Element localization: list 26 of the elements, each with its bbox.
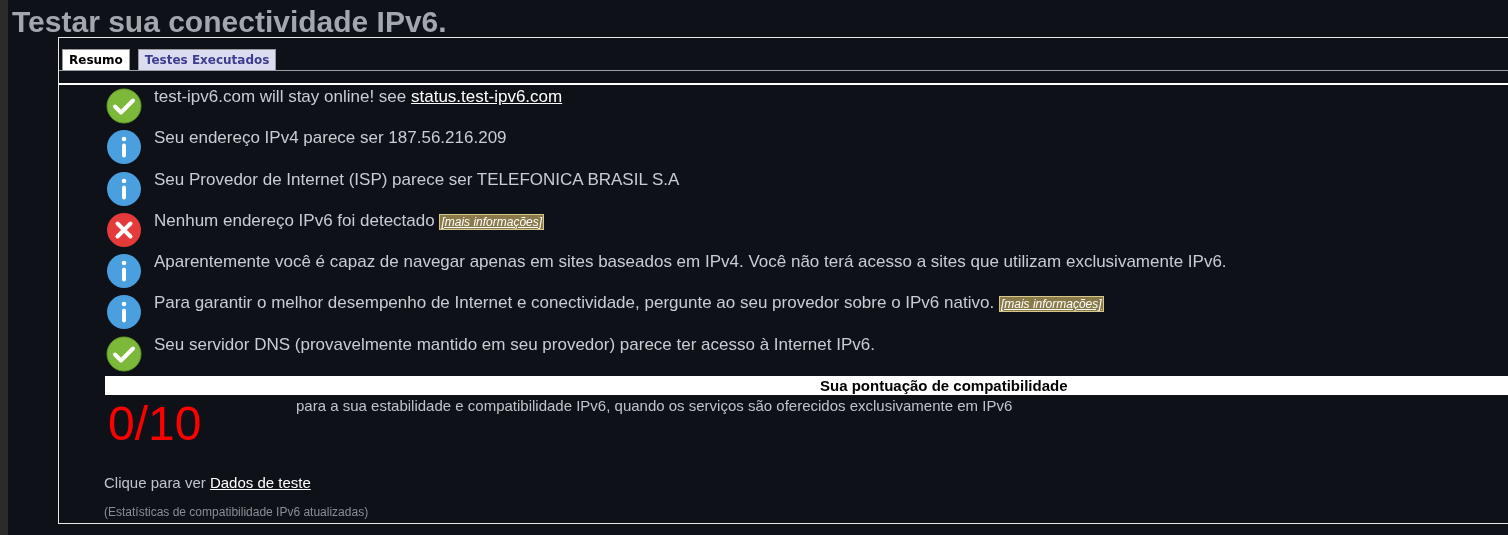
status-message: Aparentemente você é capaz de navegar apenas em sites baseados em IPv4. Você não terá acesso a sites que utilizam exclusivamente IPv6. [154, 252, 1227, 273]
error-x-icon [106, 211, 142, 248]
info-icon [106, 294, 142, 331]
score-value: 0/10 [108, 398, 203, 451]
info-icon [106, 253, 142, 290]
score-description: para a sua estabilidade e compatibilidade IPv6, quando os serviços são oferecidos exclusivamente em IPv6 [296, 397, 1013, 417]
status-message: test-ipv6.com will stay online! see status.test-ipv6.com [154, 87, 563, 107]
test-data-link[interactable]: Dados de teste [209, 474, 311, 492]
status-link[interactable]: status.test-ipv6.com [411, 87, 563, 106]
status-message: Seu endereço IPv4 parece ser 187.56.216.209 [154, 128, 507, 149]
info-icon [106, 129, 142, 166]
check-circle-icon [106, 335, 142, 372]
page-title: Testar sua conectividade IPv6. [12, 6, 448, 37]
more-info-link[interactable]: [mais informações] [998, 296, 1104, 313]
info-icon [106, 170, 142, 207]
score-heading: Sua pontuação de compatibilidade [105, 376, 1508, 396]
test-data-text: Clique para ver [104, 474, 206, 492]
check-circle-icon [106, 88, 142, 124]
tab[interactable]: Resumo [62, 49, 130, 70]
stats-note: (Estatísticas de compatibilidade IPv6 atualizadas) [104, 505, 370, 520]
tab[interactable]: Testes Executados [137, 49, 277, 70]
status-message: Para garantir o melhor desempenho de Internet e conectividade, pergunte ao seu provedor sobre o IPv6 nativo. [mais informações] [154, 293, 1104, 314]
more-info-link[interactable]: [mais informações] [439, 213, 545, 230]
status-message: Seu servidor DNS (provavelmente mantido em seu provedor) parece ter acesso à Internet IPv6. [154, 334, 875, 355]
status-message: Nenhum endereço IPv6 foi detectado [mais informações] [154, 210, 545, 231]
status-message: Seu Provedor de Internet (ISP) parece ser TELEFONICA BRASIL S.A [154, 169, 680, 190]
